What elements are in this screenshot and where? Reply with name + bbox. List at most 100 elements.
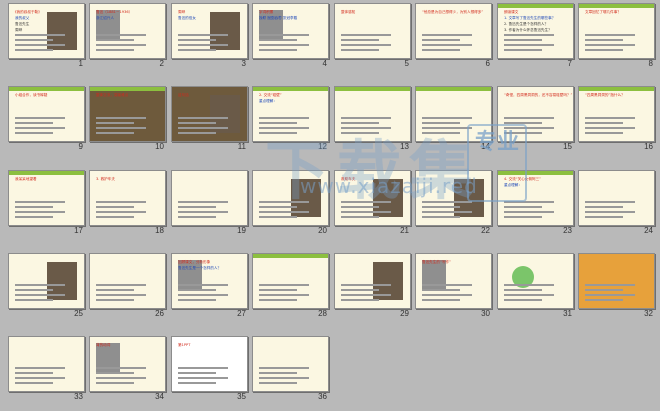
slide-thumb-15[interactable]: “奇怪，四周黑洞洞的，还不容易碰壁吗？” 15 xyxy=(497,86,578,155)
slide-thumb-33[interactable]: 33 xyxy=(8,336,89,405)
slide-thumb-2[interactable]: 鲁迅（1881－1936） 浙江绍兴人 2 xyxy=(89,3,170,72)
text-placeholder xyxy=(504,117,554,119)
text-placeholder xyxy=(96,206,134,208)
slide-text: 2. 鲁迅先生是个怎样的人？ xyxy=(504,22,549,26)
slide-canvas: 鲁迅（1881－1936） 浙江绍兴人 xyxy=(89,3,166,59)
slide-number: 15 xyxy=(563,142,572,151)
slide-text: “他总是为自己想得少，为别人想得多” xyxy=(422,10,484,14)
slide-canvas xyxy=(8,253,85,309)
slide-thumb-21[interactable]: 救助车夫 21 xyxy=(334,170,415,239)
slide-thumb-6[interactable]: “他总是为自己想得少，为别人想得多” 6 xyxy=(415,3,496,72)
text-placeholder xyxy=(178,299,216,301)
slide-canvas xyxy=(334,253,411,309)
text-placeholder xyxy=(422,206,460,208)
slide-thumb-36[interactable]: 36 xyxy=(252,336,333,405)
slide-thumb-8[interactable]: 文章回忆了哪几件事？ 8 xyxy=(578,3,659,72)
slide-number: 27 xyxy=(237,309,246,318)
slide-thumb-25[interactable]: 25 xyxy=(8,253,89,322)
slide-text: 鲁迅先生是一个怎样的人？ xyxy=(178,266,222,270)
text-placeholder xyxy=(341,284,391,286)
slide-thumb-17[interactable]: 我呆呆地望着 17 xyxy=(8,170,89,239)
text-placeholder xyxy=(259,284,309,286)
slide-text: 朗读课文 xyxy=(504,10,519,14)
slide-thumb-13[interactable]: 13 xyxy=(334,86,415,155)
slide-thumb-18[interactable]: 3. 救护车夫 18 xyxy=(89,170,170,239)
slide-thumb-5[interactable]: 整体感知 5 xyxy=(334,3,415,72)
slide-top-bar xyxy=(9,171,84,175)
slide-text: 背的动词 xyxy=(96,343,111,347)
text-placeholder xyxy=(15,44,65,46)
text-placeholder xyxy=(341,44,391,46)
text-placeholder xyxy=(585,122,623,124)
slide-text: 重点理解： xyxy=(504,183,522,187)
slide-number: 5 xyxy=(404,59,409,68)
slide-canvas: 朗读课文 1. 文章写了鲁迅先生的哪些事？ 2. 鲁迅先生是个怎样的人？ 3. 作者为… xyxy=(497,3,574,59)
slide-thumb-3[interactable]: 周晔 鲁迅的侄女 3 xyxy=(171,3,252,72)
text-placeholder xyxy=(96,294,146,296)
slide-text: 鲁迅先生 xyxy=(15,22,30,26)
text-placeholder xyxy=(178,44,228,46)
slide-number: 25 xyxy=(74,309,83,318)
slide-canvas xyxy=(8,336,85,392)
text-placeholder xyxy=(585,132,623,134)
slide-number: 20 xyxy=(318,226,327,235)
text-placeholder xyxy=(96,377,146,379)
slide-thumb-9[interactable]: 小组合作，读书释疑 9 xyxy=(8,86,89,155)
slide-thumb-22[interactable]: 22 xyxy=(415,170,496,239)
slide-thumb-4[interactable]: 字词积累 挽联 囫囵吞枣 张冠李戴 4 xyxy=(252,3,333,72)
slide-canvas xyxy=(415,170,492,226)
slide-text: 小组合作，读书释疑 xyxy=(15,93,48,97)
text-placeholder xyxy=(259,382,297,384)
slide-thumb-1[interactable]: 《我的叔叔于勒》 我的叔父 鲁迅先生 周晔 1 xyxy=(8,3,89,72)
slide-thumb-23[interactable]: 4. 交流“关心女佣阿三” 重点理解： 23 xyxy=(497,170,578,239)
slide-canvas: 鲁迅先生的“写作” xyxy=(415,253,492,309)
slide-canvas: 第1PPT xyxy=(171,336,248,392)
slide-thumb-34[interactable]: 背的动词 34 xyxy=(89,336,170,405)
text-placeholder xyxy=(585,284,635,286)
slide-thumb-24[interactable]: 24 xyxy=(578,170,659,239)
text-placeholder xyxy=(178,117,228,119)
slide-text: 1. 文章写了鲁迅先生的哪些事？ xyxy=(504,16,556,20)
text-placeholder xyxy=(504,39,542,41)
text-placeholder xyxy=(422,211,472,213)
text-placeholder xyxy=(178,34,228,36)
slide-text: 2. 交流“碰壁” xyxy=(259,93,282,97)
slide-thumb-12[interactable]: 2. 交流“碰壁” 重点理解： 12 xyxy=(252,86,333,155)
slide-canvas xyxy=(578,170,655,226)
text-placeholder xyxy=(504,44,554,46)
slide-thumb-16[interactable]: “四周黑洞洞的”指什么？ 16 xyxy=(578,86,659,155)
slide-number: 33 xyxy=(74,392,83,401)
slide-thumb-27[interactable]: 回顾课文，分析形象 鲁迅先生是一个怎样的人？ 27 xyxy=(171,253,252,322)
slide-thumb-19[interactable]: 19 xyxy=(171,170,252,239)
slide-thumb-11[interactable]: 这句话 11 xyxy=(171,86,252,155)
slide-thumb-29[interactable]: 29 xyxy=(334,253,415,322)
slide-canvas xyxy=(252,336,329,392)
slide-number: 34 xyxy=(155,392,164,401)
text-placeholder xyxy=(15,377,65,379)
slide-number: 3 xyxy=(241,59,246,68)
slide-thumb-35[interactable]: 第1PPT 35 xyxy=(171,336,252,405)
slide-thumb-10[interactable]: 整体交流，突破难点 10 xyxy=(89,86,170,155)
text-placeholder xyxy=(259,377,309,379)
slide-thumb-28[interactable]: 28 xyxy=(252,253,333,322)
slide-thumb-14[interactable]: 14 xyxy=(415,86,496,155)
slide-canvas: 周晔 鲁迅的侄女 xyxy=(171,3,248,59)
slide-number: 29 xyxy=(400,309,409,318)
text-placeholder xyxy=(96,39,134,41)
slide-canvas xyxy=(578,253,655,309)
slide-thumb-7[interactable]: 朗读课文 1. 文章写了鲁迅先生的哪些事？ 2. 鲁迅先生是个怎样的人？ 3. 作者为… xyxy=(497,3,578,72)
slide-text: 文章回忆了哪几件事？ xyxy=(585,10,621,14)
slide-number: 19 xyxy=(237,226,246,235)
slide-thumb-32[interactable]: 32 xyxy=(578,253,659,322)
slide-thumb-30[interactable]: 鲁迅先生的“写作” 30 xyxy=(415,253,496,322)
slide-canvas: “他总是为自己想得少，为别人想得多” xyxy=(415,3,492,59)
slide-number: 16 xyxy=(644,142,653,151)
slide-number: 35 xyxy=(237,392,246,401)
text-placeholder xyxy=(96,367,146,369)
slide-top-bar xyxy=(90,87,165,91)
slide-thumb-26[interactable]: 26 xyxy=(89,253,170,322)
text-placeholder xyxy=(422,132,460,134)
slide-thumb-31[interactable]: 31 xyxy=(497,253,578,322)
slide-thumb-20[interactable]: 20 xyxy=(252,170,333,239)
text-placeholder xyxy=(422,201,472,203)
